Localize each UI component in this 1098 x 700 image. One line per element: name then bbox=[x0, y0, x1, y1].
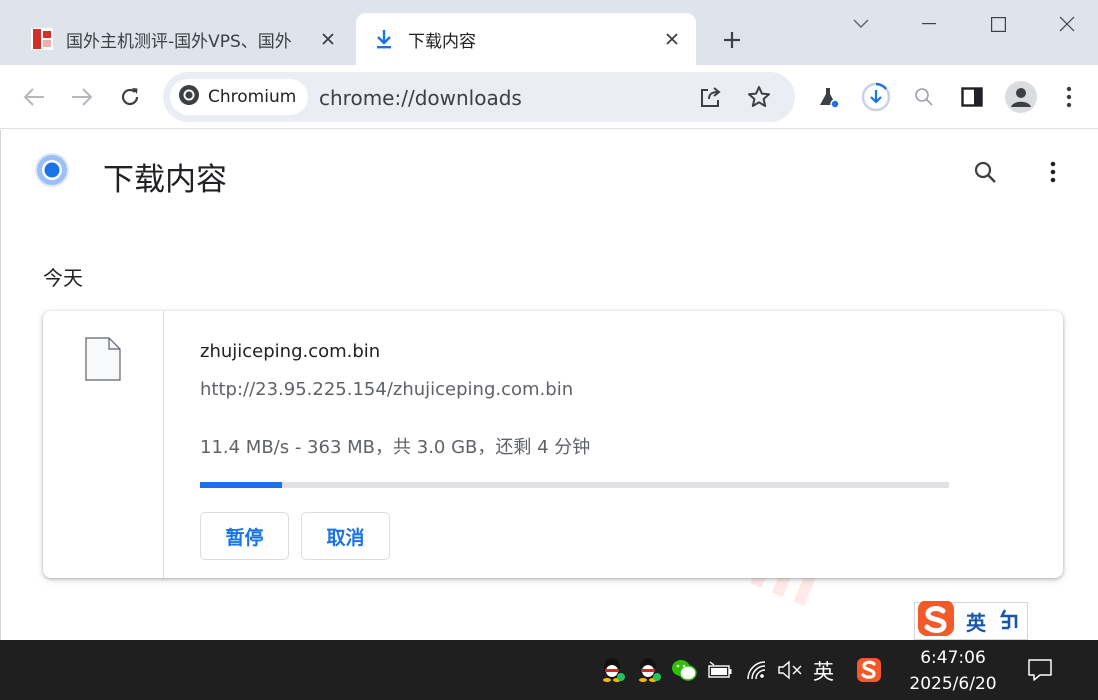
system-clock[interactable]: 6:47:06 2025/6/20 bbox=[898, 645, 1008, 697]
download-progress-button[interactable] bbox=[856, 77, 896, 117]
omnibox[interactable]: Chromium chrome://downloads bbox=[163, 72, 795, 122]
tab-search-chevron-icon[interactable] bbox=[838, 8, 884, 40]
reload-button[interactable] bbox=[110, 77, 150, 117]
bookmark-star-icon[interactable] bbox=[742, 80, 776, 114]
chromium-logo-icon bbox=[178, 84, 200, 110]
site-chip[interactable]: Chromium bbox=[170, 79, 309, 115]
forward-button[interactable] bbox=[62, 77, 102, 117]
taskbar: 英 6:47:06 2025/6/20 bbox=[0, 640, 1098, 700]
new-tab-button[interactable] bbox=[716, 24, 748, 56]
window-close-button[interactable] bbox=[1044, 8, 1090, 40]
file-icon bbox=[85, 337, 121, 381]
minimize-button[interactable] bbox=[906, 8, 952, 40]
wifi-icon[interactable] bbox=[742, 654, 772, 686]
sogou-ime-logo-icon bbox=[916, 600, 956, 641]
chrome-menu-icon[interactable] bbox=[1049, 77, 1089, 117]
card-divider bbox=[163, 311, 164, 578]
download-progress-bar bbox=[200, 482, 949, 488]
battery-icon[interactable] bbox=[705, 654, 735, 686]
search-downloads-icon[interactable] bbox=[965, 152, 1005, 192]
ime-language-label[interactable]: 英 bbox=[966, 607, 986, 636]
tab-zhujiceping[interactable]: 国外主机测评-国外VPS、国外 bbox=[14, 13, 352, 65]
toolbar: Chromium chrome://downloads bbox=[0, 65, 1098, 129]
section-date-heading: 今天 bbox=[43, 266, 83, 290]
profile-avatar-icon[interactable] bbox=[1001, 77, 1041, 117]
share-icon[interactable] bbox=[694, 80, 728, 114]
download-icon bbox=[372, 27, 396, 51]
download-progress-fill bbox=[200, 482, 283, 488]
page-title: 下载内容 bbox=[103, 162, 227, 198]
taskbar-ime-language[interactable]: 英 bbox=[813, 656, 834, 686]
notification-center-icon[interactable] bbox=[1024, 654, 1056, 686]
back-button[interactable] bbox=[14, 77, 54, 117]
cancel-button[interactable]: 取消 bbox=[301, 512, 390, 560]
sogou-tray-icon[interactable] bbox=[854, 654, 884, 686]
site-chip-label: Chromium bbox=[208, 87, 297, 107]
pause-button[interactable]: 暂停 bbox=[200, 512, 289, 560]
clock-time: 6:47:06 bbox=[920, 648, 986, 668]
download-item-card: zhujiceping.com.bin http://23.95.225.154… bbox=[43, 311, 1063, 578]
chrome-logo-icon bbox=[34, 152, 70, 188]
clock-date: 2025/6/20 bbox=[909, 674, 997, 694]
page-header: 下载内容 bbox=[1, 130, 1098, 218]
volume-muted-icon[interactable] bbox=[775, 654, 805, 686]
url-text[interactable]: chrome://downloads bbox=[319, 86, 522, 110]
tab-title: 国外主机测评-国外VPS、国外 bbox=[66, 31, 292, 52]
site-favicon-icon bbox=[30, 27, 54, 51]
tab-title: 下载内容 bbox=[408, 31, 476, 52]
qq-icon[interactable] bbox=[598, 654, 628, 686]
labs-flask-icon[interactable] bbox=[808, 77, 848, 117]
downloads-page: 下载内容 zhujiceping.com 今天 zhujiceping.com.… bbox=[0, 130, 1098, 640]
file-name-link[interactable]: zhujiceping.com.bin bbox=[200, 341, 380, 362]
qq-icon-2[interactable] bbox=[634, 654, 664, 686]
tab-strip: 国外主机测评-国外VPS、国外 下载内容 bbox=[0, 0, 1098, 65]
side-panel-icon[interactable] bbox=[952, 77, 992, 117]
more-actions-icon[interactable] bbox=[1033, 152, 1073, 192]
wechat-icon[interactable] bbox=[669, 654, 699, 686]
tab-close-icon[interactable] bbox=[314, 25, 342, 53]
ime-status-bar[interactable]: 英 bbox=[914, 600, 1028, 641]
tab-downloads[interactable]: 下载内容 bbox=[356, 13, 696, 65]
tab-close-icon[interactable] bbox=[658, 25, 686, 53]
file-url-link[interactable]: http://23.95.225.154/zhujiceping.com.bin bbox=[200, 379, 573, 400]
maximize-button[interactable] bbox=[975, 8, 1021, 40]
download-status-text: 11.4 MB/s - 363 MB，共 3.0 GB，还剩 4 分钟 bbox=[200, 437, 591, 458]
ime-punctuation-icon[interactable] bbox=[998, 608, 1020, 634]
zoom-search-icon[interactable] bbox=[904, 77, 944, 117]
